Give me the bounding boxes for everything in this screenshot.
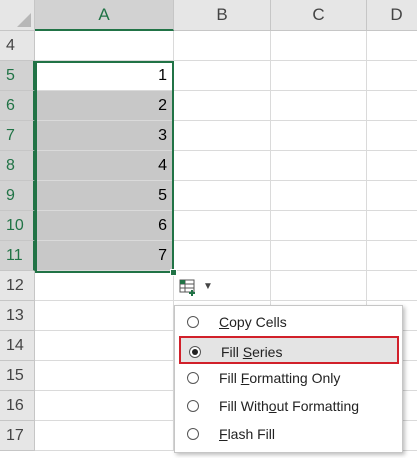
- row-header-12[interactable]: 12: [0, 271, 35, 301]
- cell-c4[interactable]: [271, 31, 367, 61]
- fill-handle[interactable]: [170, 269, 177, 276]
- cell-b11[interactable]: [174, 241, 271, 271]
- label-text: Fill: [219, 370, 241, 386]
- cell-b4[interactable]: [174, 31, 271, 61]
- radio-unselected-icon: [187, 316, 199, 328]
- cell-b8[interactable]: [174, 151, 271, 181]
- column-header-c[interactable]: C: [271, 0, 367, 31]
- cell-c6[interactable]: [271, 91, 367, 121]
- row-header-8[interactable]: 8: [0, 151, 35, 181]
- cell-a15[interactable]: [35, 361, 174, 391]
- menu-item-4[interactable]: Flash Fill: [179, 420, 399, 448]
- cell-c11[interactable]: [271, 241, 367, 271]
- row-header-5[interactable]: 5: [0, 61, 35, 91]
- column-header-b[interactable]: B: [174, 0, 271, 31]
- radio-unselected-icon: [187, 372, 199, 384]
- auto-fill-options-button[interactable]: ▼: [176, 277, 216, 299]
- cell-d11[interactable]: [367, 241, 417, 271]
- cell-a10[interactable]: 6: [35, 211, 174, 241]
- cell-c8[interactable]: [271, 151, 367, 181]
- cell-a7[interactable]: 3: [35, 121, 174, 151]
- row-header-10[interactable]: 10: [0, 211, 35, 241]
- label-text: opy Cells: [229, 314, 287, 330]
- cell-a14[interactable]: [35, 331, 174, 361]
- column-header-a[interactable]: A: [35, 0, 174, 31]
- cell-d10[interactable]: [367, 211, 417, 241]
- auto-fill-options-menu: Copy Cells Fill Series Fill Formatting Onl…: [174, 305, 403, 453]
- row-header-11[interactable]: 11: [0, 241, 35, 271]
- row-header-16[interactable]: 16: [0, 391, 35, 421]
- row-header-6[interactable]: 6: [0, 91, 35, 121]
- row-header-4[interactable]: 4: [0, 31, 35, 61]
- cell-a16[interactable]: [35, 391, 174, 421]
- menu-item-1[interactable]: Fill Series: [179, 336, 399, 364]
- cell-a9[interactable]: 5: [35, 181, 174, 211]
- chevron-down-icon: ▼: [203, 281, 213, 292]
- cell-d6[interactable]: [367, 91, 417, 121]
- cell-b7[interactable]: [174, 121, 271, 151]
- radio-selected-icon: [189, 346, 201, 358]
- cell-a4[interactable]: [35, 31, 174, 61]
- cell-d12[interactable]: [367, 271, 417, 301]
- cell-c9[interactable]: [271, 181, 367, 211]
- cell-c12[interactable]: [271, 271, 367, 301]
- cell-d4[interactable]: [367, 31, 417, 61]
- select-all-corner[interactable]: [0, 0, 35, 31]
- cell-a5[interactable]: 1: [35, 61, 174, 91]
- cell-a17[interactable]: [35, 421, 174, 451]
- menu-item-label: Fill Without Formatting: [219, 392, 359, 420]
- cell-d7[interactable]: [367, 121, 417, 151]
- cell-d8[interactable]: [367, 151, 417, 181]
- menu-item-2[interactable]: Fill Formatting Only: [179, 364, 399, 392]
- label-text: Fill With: [219, 398, 269, 414]
- label-text: ormatting Only: [249, 370, 341, 386]
- label-text: ut Formatting: [276, 398, 360, 414]
- menu-item-label: Fill Formatting Only: [219, 364, 340, 392]
- label-text: lash Fill: [227, 426, 276, 442]
- cell-d5[interactable]: [367, 61, 417, 91]
- cell-b9[interactable]: [174, 181, 271, 211]
- access-key: C: [219, 314, 230, 330]
- access-key: o: [268, 398, 277, 414]
- menu-item-0[interactable]: Copy Cells: [179, 308, 399, 336]
- menu-item-3[interactable]: Fill Without Formatting: [179, 392, 399, 420]
- cell-b10[interactable]: [174, 211, 271, 241]
- cell-a8[interactable]: 4: [35, 151, 174, 181]
- row-header-15[interactable]: 15: [0, 361, 35, 391]
- menu-item-label: Fill Series: [221, 338, 282, 366]
- access-key: S: [242, 344, 253, 360]
- access-key: F: [219, 426, 228, 442]
- menu-item-label: Copy Cells: [219, 308, 287, 336]
- cell-c5[interactable]: [271, 61, 367, 91]
- cell-a12[interactable]: [35, 271, 174, 301]
- radio-unselected-icon: [187, 428, 199, 440]
- cell-c7[interactable]: [271, 121, 367, 151]
- cell-c10[interactable]: [271, 211, 367, 241]
- label-text: Fill: [221, 344, 243, 360]
- cell-b5[interactable]: [174, 61, 271, 91]
- cell-b6[interactable]: [174, 91, 271, 121]
- select-all-triangle-icon: [17, 13, 31, 27]
- auto-fill-options-icon: [179, 279, 195, 296]
- cell-a6[interactable]: 2: [35, 91, 174, 121]
- row-header-13[interactable]: 13: [0, 301, 35, 331]
- cell-d9[interactable]: [367, 181, 417, 211]
- row-header-17[interactable]: 17: [0, 421, 35, 451]
- row-header-7[interactable]: 7: [0, 121, 35, 151]
- column-header-d[interactable]: D: [367, 0, 417, 31]
- label-text: eries: [252, 344, 283, 360]
- cell-a13[interactable]: [35, 301, 174, 331]
- cell-a11[interactable]: 7: [35, 241, 174, 271]
- menu-item-label: Flash Fill: [219, 420, 275, 448]
- row-header-9[interactable]: 9: [0, 181, 35, 211]
- row-header-14[interactable]: 14: [0, 331, 35, 361]
- radio-unselected-icon: [187, 400, 199, 412]
